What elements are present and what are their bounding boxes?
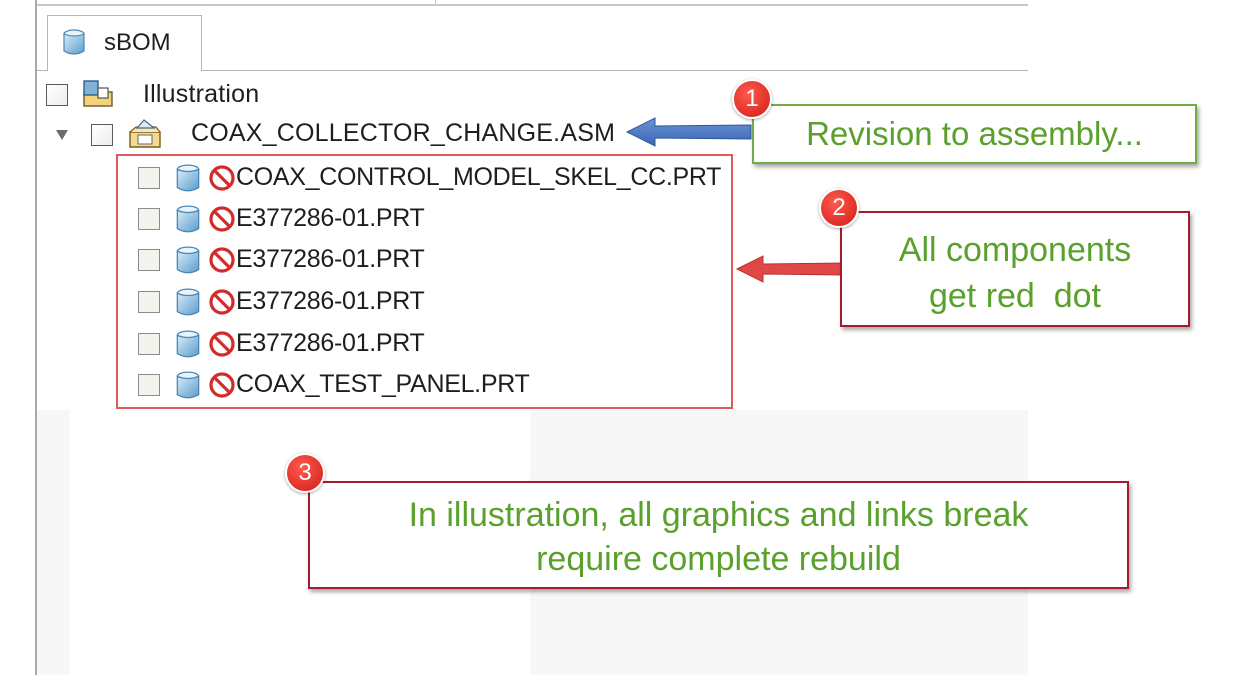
panel-top-border: [35, 4, 1028, 6]
tree-label: COAX_COLLECTOR_CHANGE.ASM: [191, 119, 616, 147]
callout-text-line2: require complete rebuild: [536, 540, 901, 578]
callout-badge-3: 3: [285, 453, 325, 493]
callout-text-line1: In illustration, all graphics and links …: [408, 496, 1029, 534]
callout-illustration: In illustration, all graphics and links …: [308, 481, 1129, 589]
tab-sbom[interactable]: sBOM: [47, 15, 202, 71]
callout-revision: Revision to assembly...: [752, 104, 1197, 164]
tab-label: sBOM: [104, 29, 171, 56]
tree-label: Illustration: [143, 80, 260, 108]
red-arrow-icon: [735, 255, 846, 283]
panel-top-divider: [435, 0, 436, 6]
blue-arrow-icon: [625, 117, 752, 147]
tree-row-assembly[interactable]: COAX_COLLECTOR_CHANGE.ASM: [40, 115, 630, 153]
callout-text: Revision to assembly...: [806, 115, 1143, 152]
row-checkbox[interactable]: [46, 84, 68, 106]
badge-number: 1: [745, 85, 759, 112]
illustration-icon: [83, 80, 113, 107]
components-highlight-frame: [116, 154, 733, 409]
badge-number: 3: [298, 459, 312, 486]
callout-badge-1: 1: [732, 79, 772, 119]
collapse-triangle-icon[interactable]: [55, 129, 69, 141]
assembly-icon: [129, 119, 161, 148]
callout-components: All components get red dot: [840, 211, 1190, 327]
part-cube-icon: [63, 29, 85, 55]
row-checkbox[interactable]: [91, 124, 113, 146]
badge-number: 2: [832, 194, 846, 221]
callout-text-line1: All components: [898, 231, 1132, 269]
callout-text-line2: get red dot: [928, 277, 1101, 315]
tree-row-illustration[interactable]: Illustration: [40, 76, 300, 114]
callout-badge-2: 2: [819, 188, 859, 228]
tree-pane-shade-left: [37, 410, 70, 675]
